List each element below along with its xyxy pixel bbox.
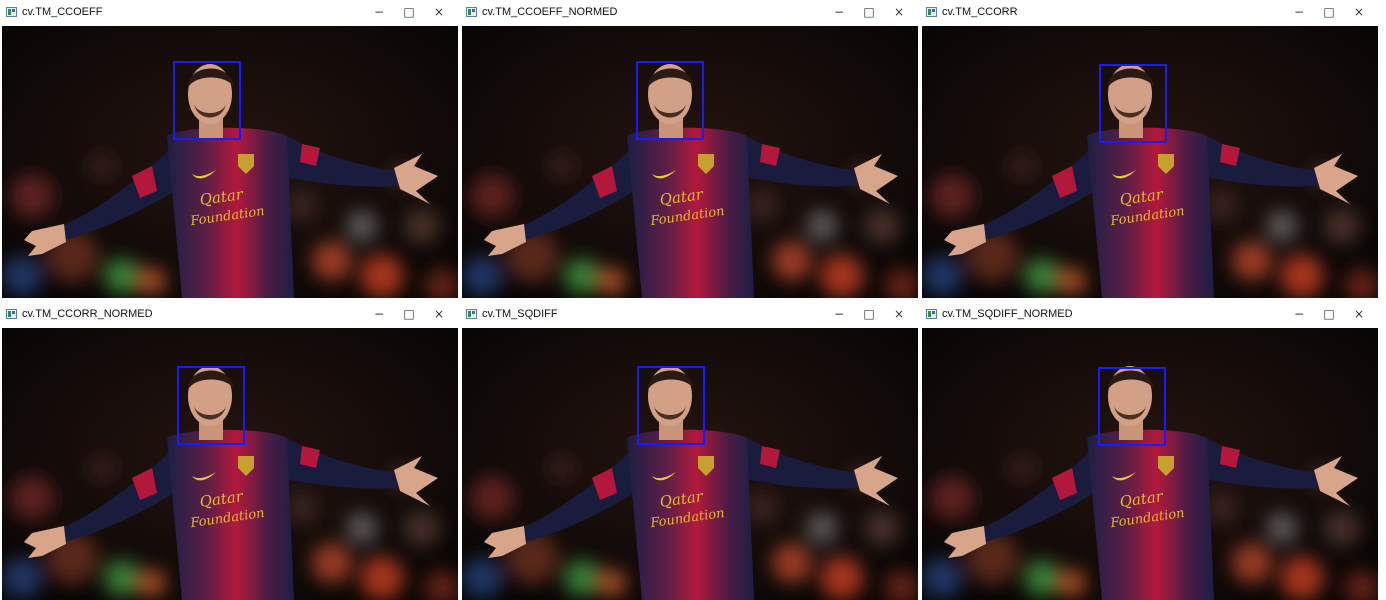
minimize-icon: − bbox=[373, 5, 385, 19]
photo-image: QatarFoundation bbox=[462, 26, 918, 298]
window-titlebar[interactable]: cv.TM_CCORR_NORMED − □ × bbox=[0, 302, 458, 326]
maximize-icon: □ bbox=[1323, 5, 1335, 19]
window-title: cv.TM_SQDIFF bbox=[482, 308, 558, 320]
opencv-window: cv.TM_CCORR − □ × Qatar Foundation bbox=[920, 0, 1378, 298]
minimize-button[interactable]: − bbox=[364, 0, 394, 24]
maximize-icon: □ bbox=[1323, 307, 1335, 321]
minimize-icon: − bbox=[833, 307, 845, 321]
photo-image: QatarFoundation bbox=[2, 328, 458, 600]
minimize-button[interactable]: − bbox=[1284, 302, 1314, 326]
result-image: Qatar Foundation bbox=[2, 328, 458, 600]
maximize-button[interactable]: □ bbox=[394, 0, 424, 24]
close-button[interactable]: × bbox=[424, 0, 454, 24]
window-controls: − □ × bbox=[364, 302, 454, 326]
result-image: Qatar Foundation bbox=[462, 328, 918, 600]
minimize-icon: − bbox=[833, 5, 845, 19]
window-app-icon bbox=[926, 7, 937, 17]
maximize-icon: □ bbox=[403, 5, 415, 19]
opencv-window: cv.TM_CCORR_NORMED − □ × Qatar Foundation bbox=[0, 302, 458, 600]
maximize-button[interactable]: □ bbox=[854, 302, 884, 326]
window-titlebar[interactable]: cv.TM_CCOEFF − □ × bbox=[0, 0, 458, 24]
window-app-icon bbox=[926, 309, 937, 319]
opencv-window: cv.TM_CCOEFF_NORMED − □ × Qatar Foundation bbox=[460, 0, 918, 298]
window-titlebar[interactable]: cv.TM_CCOEFF_NORMED − □ × bbox=[460, 0, 918, 24]
maximize-icon: □ bbox=[863, 5, 875, 19]
close-button[interactable]: × bbox=[424, 302, 454, 326]
window-title: cv.TM_SQDIFF_NORMED bbox=[942, 308, 1073, 320]
opencv-window: cv.TM_CCOEFF − □ × Qatar Foundation bbox=[0, 0, 458, 298]
minimize-button[interactable]: − bbox=[364, 302, 394, 326]
window-title: cv.TM_CCORR_NORMED bbox=[22, 308, 153, 320]
close-icon: × bbox=[1353, 5, 1365, 19]
window-title: cv.TM_CCOEFF bbox=[22, 6, 103, 18]
close-button[interactable]: × bbox=[884, 0, 914, 24]
window-controls: − □ × bbox=[824, 0, 914, 24]
photo-image: QatarFoundation bbox=[922, 26, 1378, 298]
window-app-icon bbox=[6, 309, 17, 319]
minimize-icon: − bbox=[373, 307, 385, 321]
minimize-button[interactable]: − bbox=[824, 302, 854, 326]
minimize-icon: − bbox=[1293, 5, 1305, 19]
close-icon: × bbox=[433, 5, 445, 19]
window-titlebar[interactable]: cv.TM_CCORR − □ × bbox=[920, 0, 1378, 24]
minimize-button[interactable]: − bbox=[824, 0, 854, 24]
window-controls: − □ × bbox=[824, 302, 914, 326]
maximize-icon: □ bbox=[863, 307, 875, 321]
close-icon: × bbox=[1353, 307, 1365, 321]
maximize-icon: □ bbox=[403, 307, 415, 321]
result-image: Qatar Foundation bbox=[2, 26, 458, 298]
window-app-icon bbox=[466, 7, 477, 17]
window-controls: − □ × bbox=[1284, 0, 1374, 24]
window-titlebar[interactable]: cv.TM_SQDIFF − □ × bbox=[460, 302, 918, 326]
photo-image: QatarFoundation bbox=[462, 328, 918, 600]
photo-image: QatarFoundation bbox=[922, 328, 1378, 600]
window-controls: − □ × bbox=[364, 0, 454, 24]
window-title: cv.TM_CCOEFF_NORMED bbox=[482, 6, 618, 18]
close-icon: × bbox=[893, 307, 905, 321]
window-title: cv.TM_CCORR bbox=[942, 6, 1018, 18]
photo-image: QatarFoundation bbox=[2, 26, 458, 298]
window-app-icon bbox=[6, 7, 17, 17]
result-image: Qatar Foundation bbox=[922, 26, 1378, 298]
minimize-button[interactable]: − bbox=[1284, 0, 1314, 24]
minimize-icon: − bbox=[1293, 307, 1305, 321]
maximize-button[interactable]: □ bbox=[1314, 0, 1344, 24]
close-icon: × bbox=[433, 307, 445, 321]
window-titlebar[interactable]: cv.TM_SQDIFF_NORMED − □ × bbox=[920, 302, 1378, 326]
maximize-button[interactable]: □ bbox=[854, 0, 884, 24]
result-image: Qatar Foundation bbox=[922, 328, 1378, 600]
opencv-window: cv.TM_SQDIFF_NORMED − □ × Qatar Foundation bbox=[920, 302, 1378, 600]
maximize-button[interactable]: □ bbox=[1314, 302, 1344, 326]
opencv-window: cv.TM_SQDIFF − □ × Qatar Foundation bbox=[460, 302, 918, 600]
maximize-button[interactable]: □ bbox=[394, 302, 424, 326]
window-app-icon bbox=[466, 309, 477, 319]
close-button[interactable]: × bbox=[884, 302, 914, 326]
close-icon: × bbox=[893, 5, 905, 19]
close-button[interactable]: × bbox=[1344, 0, 1374, 24]
close-button[interactable]: × bbox=[1344, 302, 1374, 326]
result-image: Qatar Foundation bbox=[462, 26, 918, 298]
window-controls: − □ × bbox=[1284, 302, 1374, 326]
